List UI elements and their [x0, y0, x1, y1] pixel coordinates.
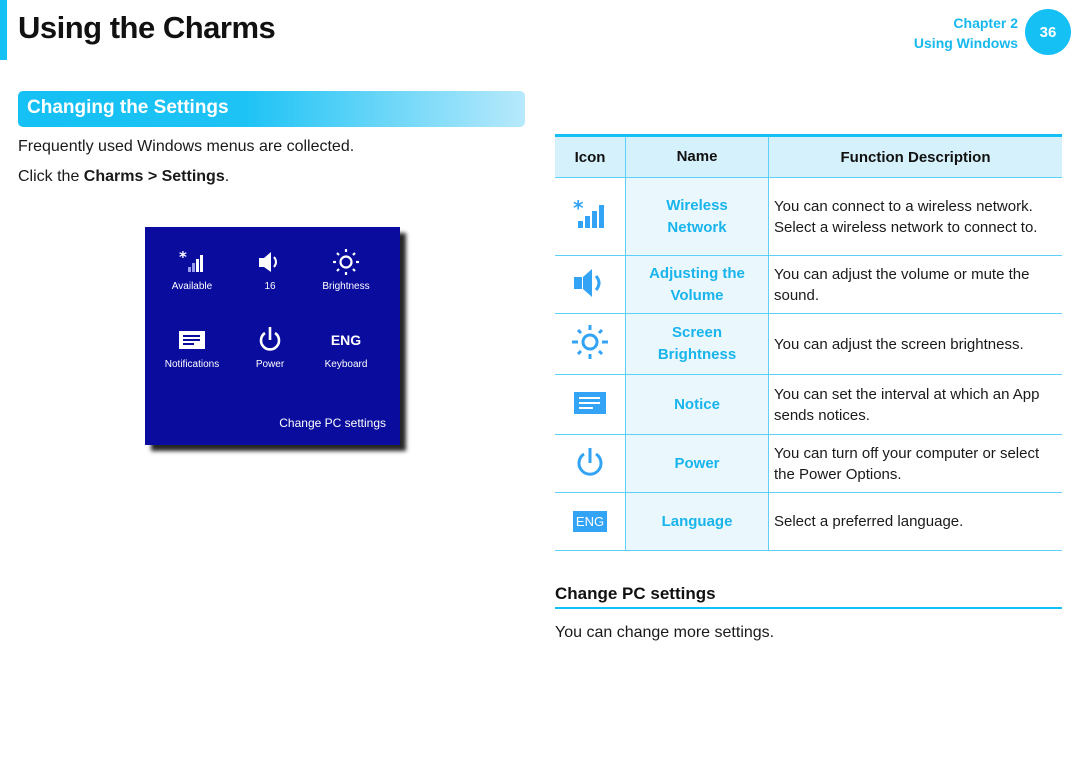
heading-divider — [555, 607, 1062, 609]
row-description: You can set the interval at which an App… — [768, 374, 1062, 435]
charm-label: 16 — [264, 281, 276, 292]
page-number-badge: 36 — [1025, 9, 1071, 55]
table-row: Power You can turn off your computer or … — [555, 434, 1062, 493]
language-icon: ENG — [572, 511, 608, 532]
row-name: Adjusting the Volume — [625, 255, 769, 314]
chapter-info: Chapter 2 Using Windows — [914, 13, 1018, 53]
header-description: Function Description — [768, 135, 1062, 178]
table-header-row: Icon Name Function Description — [555, 135, 1062, 178]
intro-text: Frequently used Windows menus are collec… — [18, 138, 355, 155]
charm-wireless[interactable]: * Available — [157, 247, 227, 292]
row-description: You can adjust the screen brightness. — [768, 313, 1062, 375]
instruction-prefix: Click the — [18, 168, 84, 185]
row-description: You can connect to a wireless network. S… — [768, 177, 1062, 256]
page-title: Using the Charms — [18, 10, 276, 45]
volume-icon — [235, 247, 305, 277]
chapter-label: Chapter 2 — [953, 15, 1018, 31]
brightness-icon — [570, 323, 610, 361]
charm-notifications[interactable]: Notifications — [157, 325, 227, 370]
instruction-text: Click the Charms > Settings. — [18, 168, 229, 186]
function-table: Icon Name Function Description * Wireles… — [555, 134, 1062, 551]
volume-icon — [572, 266, 608, 300]
power-icon — [235, 325, 305, 355]
charm-label: Power — [255, 359, 285, 370]
row-name: Screen Brightness — [625, 313, 769, 375]
chapter-name: Using Windows — [913, 35, 1018, 51]
svg-text:*: * — [573, 200, 584, 220]
charms-settings-panel: * Available 16 Brightness Notifications … — [145, 227, 400, 445]
section-header: Changing the Settings — [18, 91, 525, 127]
instruction-path: Charms > Settings — [83, 168, 225, 185]
charm-brightness[interactable]: Brightness — [311, 247, 381, 292]
notifications-icon — [574, 391, 606, 414]
charm-keyboard[interactable]: ENG Keyboard — [311, 325, 381, 370]
header-name: Name — [625, 135, 769, 178]
row-description: Select a preferred language. — [768, 492, 1062, 551]
table-row: ENG Language Select a preferred language… — [555, 492, 1062, 551]
table-row: Adjusting the Volume You can adjust the v… — [555, 255, 1062, 314]
wireless-signal-icon: * — [573, 200, 607, 230]
row-name: Power — [625, 434, 769, 493]
section-title: Changing the Settings — [27, 97, 229, 118]
change-pc-settings-heading: Change PC settings — [555, 584, 716, 603]
table-row: Screen Brightness You can adjust the scre… — [555, 313, 1062, 375]
charm-label: Brightness — [322, 281, 370, 292]
instruction-suffix: . — [224, 168, 230, 185]
table-row: Notice You can set the interval at which… — [555, 374, 1062, 435]
charm-label: Notifications — [164, 359, 220, 370]
change-pc-settings-link[interactable]: Change PC settings — [279, 416, 386, 430]
row-name: Wireless Network — [625, 177, 769, 256]
row-description: You can turn off your computer or select… — [768, 434, 1062, 493]
row-description: You can adjust the volume or mute the so… — [768, 255, 1062, 314]
notifications-icon — [157, 325, 227, 355]
wireless-signal-icon: * — [157, 247, 227, 277]
charm-volume[interactable]: 16 — [235, 247, 305, 292]
keyboard-glyph: ENG — [330, 332, 362, 348]
header-icon: Icon — [555, 135, 626, 178]
change-pc-settings-text: You can change more settings. — [555, 624, 775, 641]
table-row: * Wireless Network You can connect to a w… — [555, 177, 1062, 256]
brightness-icon — [311, 247, 381, 277]
row-name: Language — [625, 492, 769, 551]
charm-label: Available — [171, 281, 213, 292]
charm-label: Keyboard — [324, 359, 368, 370]
svg-text:*: * — [179, 250, 187, 266]
power-icon — [574, 446, 606, 478]
charm-power[interactable]: Power — [235, 325, 305, 370]
row-name: Notice — [625, 374, 769, 435]
keyboard-language-icon: ENG — [311, 325, 381, 355]
accent-bar — [0, 0, 7, 60]
